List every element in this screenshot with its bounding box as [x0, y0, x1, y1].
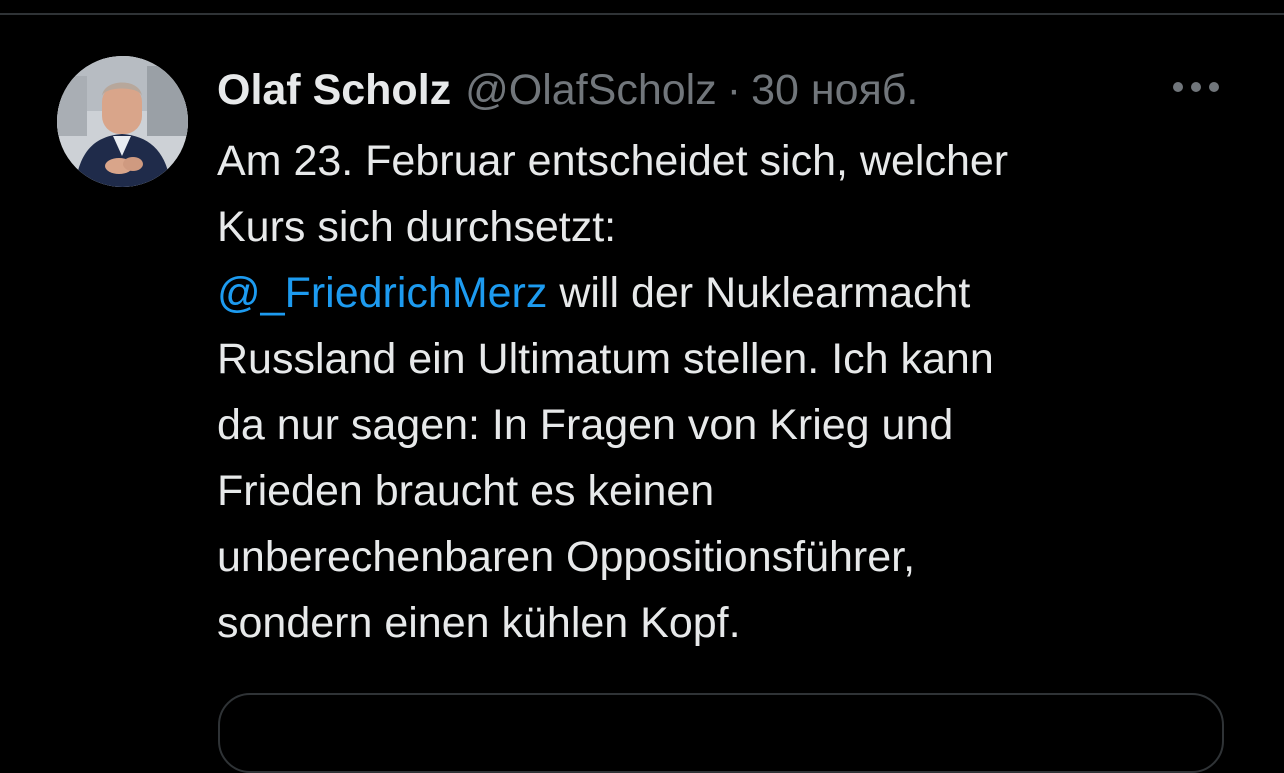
avatar[interactable] — [57, 56, 188, 187]
tweet-header: Olaf Scholz @OlafScholz · 30 нояб. — [217, 60, 918, 120]
tweet-timestamp[interactable]: 30 нояб. — [751, 60, 918, 120]
avatar-photo — [57, 56, 188, 187]
tweet-text-line: unberechenbaren Oppositionsführer, — [217, 533, 916, 581]
tweet-text-line: @_FriedrichMerz will der Nuklearmacht — [217, 260, 1227, 326]
tweet-text-line: sondern einen kühlen Kopf. — [217, 599, 741, 647]
header-separator: · — [726, 66, 742, 114]
tweet-text-line: Kurs sich durchsetzt: — [217, 203, 617, 251]
quote-card[interactable] — [218, 693, 1224, 773]
tweet-text-line: Frieden braucht es keinen — [217, 467, 715, 515]
tweet-text-line: Am 23. Februar entscheidet sich, welcher — [217, 137, 1009, 185]
author-display-name[interactable]: Olaf Scholz — [217, 60, 451, 120]
tweet-text-segment: will der Nuklearmacht — [547, 269, 971, 317]
tweet-text-line: Russland ein Ultimatum stellen. Ich kann — [217, 335, 994, 383]
tweet[interactable]: Olaf Scholz @OlafScholz · 30 нояб. Am 23… — [0, 0, 1284, 773]
mention-link[interactable]: @_FriedrichMerz — [217, 269, 547, 317]
more-options-button[interactable] — [1166, 72, 1226, 102]
author-handle[interactable]: @OlafScholz — [465, 60, 717, 120]
tweet-text: Am 23. Februar entscheidet sich, welcher… — [217, 128, 1227, 656]
more-horizontal-icon — [1173, 82, 1219, 92]
tweet-text-line: da nur sagen: In Fragen von Krieg und — [217, 401, 954, 449]
